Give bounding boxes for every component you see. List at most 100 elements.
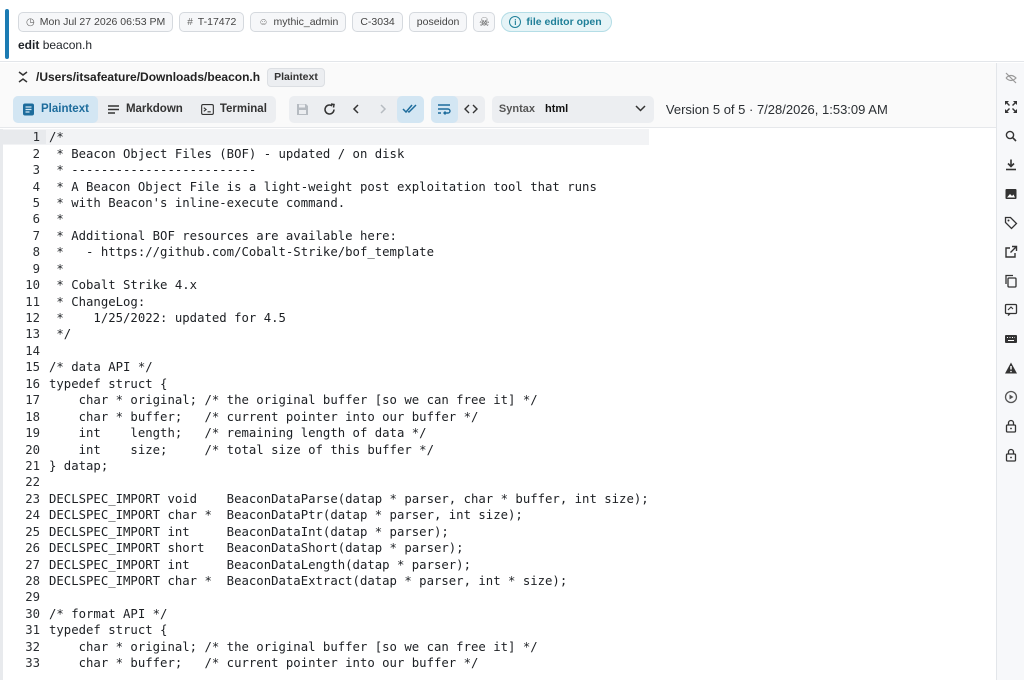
line-text: * Cobalt Strike 4.x [49,278,198,293]
version-info: Version 5 of 5 · 7/28/2026, 1:53:09 AM [665,101,888,117]
code-line[interactable]: 26 DECLSPEC_IMPORT short BeaconDataShort(… [0,540,649,556]
code-line[interactable]: 9 * [0,261,649,277]
operator-chip[interactable]: ☺ mythic_admin [250,12,347,32]
line-number: 27 [25,557,40,572]
line-text: typedef struct { [49,376,168,391]
sidebar-copy-button[interactable] [997,267,1024,295]
terminal-icon [200,103,214,116]
sidebar-play-circle-button[interactable] [997,383,1024,411]
line-text: * [49,212,64,227]
code-line[interactable]: 7 * Additional BOF resources are availab… [0,228,649,244]
task-id-text: T-17472 [197,16,237,28]
code-line[interactable]: 23 DECLSPEC_IMPORT void BeaconDataParse(d… [0,491,649,507]
line-number: 6 [32,212,40,227]
code-icon [464,104,479,114]
code-line[interactable]: 33 char * buffer; /* current pointer int… [0,655,649,671]
chevron-down-icon [635,104,646,115]
save-button[interactable] [289,96,316,123]
line-number: 10 [25,278,40,293]
code-line[interactable]: 6 * [0,211,649,227]
sidebar-search-button[interactable] [997,122,1024,150]
code-line[interactable]: 21} datap; [0,458,649,474]
code-line[interactable]: 17 char * original; /* the original buff… [0,392,649,408]
code-line[interactable]: 8 * - https://github.com/Cobalt-Strike/b… [0,244,649,260]
host-chip[interactable]: poseidon [408,12,468,32]
sidebar-keyboard-button[interactable] [997,325,1024,353]
sidebar-eye-off-button[interactable] [997,64,1024,92]
sidebar-download-button[interactable] [997,151,1024,179]
lines-icon [107,103,120,116]
sidebar-lock-button[interactable] [997,441,1024,469]
syntax-label: Syntax [498,103,535,115]
sidebar-lock-button[interactable] [997,412,1024,440]
code-line[interactable]: 20 int size; /* total size of this buffe… [0,441,649,457]
code-line[interactable]: 24 DECLSPEC_IMPORT char * BeaconDataPtr(d… [0,507,649,523]
line-text: /* data API */ [49,360,153,375]
line-number: 28 [25,574,40,589]
code-line[interactable]: 13 */ [0,326,649,342]
lock-icon [1005,448,1017,462]
code-line[interactable]: 31 typedef struct { [0,622,649,638]
double-check-icon [402,104,417,114]
sidebar-image-button[interactable] [997,180,1024,208]
code-line[interactable]: 4 * A Beacon Object File is a light-weig… [0,178,649,194]
code-line[interactable]: 11 * ChangeLog: [0,293,649,309]
line-number: 20 [25,442,40,457]
status-badge: i file editor open [501,12,612,32]
code-line[interactable]: 28 DECLSPEC_IMPORT char * BeaconDataExtra… [0,573,649,589]
word-wrap-button[interactable] [430,95,458,123]
syntax-select[interactable]: Syntax html [491,95,654,123]
line-number: 16 [25,376,40,391]
line-number: 18 [25,409,40,424]
task-id-chip[interactable]: # T-17472 [179,12,245,32]
previous-version-button[interactable] [343,96,370,123]
code-line[interactable]: 32 char * original; /* the original buff… [0,639,649,655]
next-version-button[interactable] [370,96,397,123]
agent-icon-chip[interactable]: ☠ [473,12,496,32]
code-line[interactable]: 16 typedef struct { [0,376,649,392]
mode-plaintext-button[interactable]: Plaintext [13,95,98,123]
code-line[interactable]: 30 /* format API */ [0,606,649,622]
mode-terminal-button[interactable]: Terminal [192,96,276,123]
tag-icon [1004,216,1018,230]
code-line[interactable]: 2 * Beacon Object Files (BOF) - updated … [0,145,649,161]
line-text: DECLSPEC_IMPORT int BeaconDataInt(datap … [49,524,449,539]
sidebar-expand-button[interactable] [997,93,1024,121]
code-line[interactable]: 1/* [0,129,649,146]
sidebar-tag-button[interactable] [997,209,1024,237]
host-text: poseidon [416,16,460,28]
code-line[interactable]: 27 DECLSPEC_IMPORT int BeaconDataLength(d… [0,556,649,572]
line-text: * ------------------------- [49,163,257,178]
code-line[interactable]: 25 DECLSPEC_IMPORT int BeaconDataInt(data… [0,524,649,540]
line-text: char * buffer; /* current pointer into o… [49,409,479,424]
line-text: int size; /* total size of this buffer *… [49,442,434,457]
code-line[interactable]: 15 /* data API */ [0,359,649,375]
line-text: DECLSPEC_IMPORT void BeaconDataParse(dat… [49,491,649,506]
code-line[interactable]: 5 * with Beacon's inline-execute command… [0,195,649,211]
line-number: 17 [25,393,40,408]
code-line[interactable]: 10 * Cobalt Strike 4.x [0,277,649,293]
code-line[interactable]: 22 [0,474,649,490]
collapse-icon[interactable] [16,70,30,84]
code-line[interactable]: 18 char * buffer; /* current pointer int… [0,408,649,424]
code-lines: 1/* 2 * Beacon Object Files (BOF) - updat… [0,129,649,671]
sidebar-warning-button[interactable] [997,354,1024,382]
code-line[interactable]: 19 int length; /* remaining length of da… [0,425,649,441]
line-number: 8 [32,245,40,260]
view-mode-group: Plaintext Markdown Terminal [13,95,276,123]
mode-markdown-button[interactable]: Markdown [98,96,192,123]
reload-button[interactable] [316,96,343,123]
warning-icon [1005,362,1017,374]
code-line[interactable]: 3 * ------------------------- [0,162,649,178]
sidebar-comment-button[interactable] [997,296,1024,324]
code-line[interactable]: 29 [0,589,649,605]
code-line[interactable]: 14 [0,343,649,359]
sidebar-external-link-button[interactable] [997,238,1024,266]
confirm-all-button[interactable] [396,95,424,123]
code-view-button[interactable] [458,96,485,123]
line-text: DECLSPEC_IMPORT short BeaconDataShort(da… [49,541,464,556]
line-number: 2 [32,146,40,161]
code-editor[interactable]: 1/* 2 * Beacon Object Files (BOF) - updat… [0,129,996,680]
callback-chip[interactable]: C-3034 [352,12,403,32]
code-line[interactable]: 12 * 1/25/2022: updated for 4.5 [0,310,649,326]
